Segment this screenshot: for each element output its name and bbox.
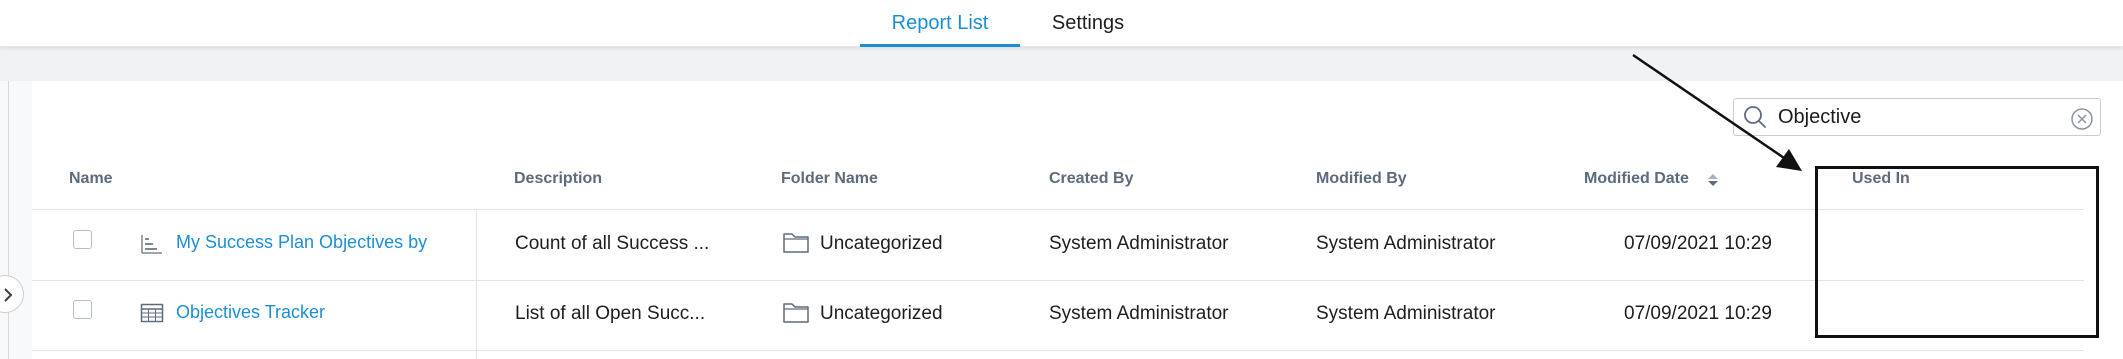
annotation-arrow-icon: [1632, 53, 1802, 171]
tab-settings[interactable]: Settings: [1030, 0, 1146, 46]
tab-report-list[interactable]: Report List: [860, 0, 1020, 47]
top-tab-bar: Report List Settings: [0, 0, 2123, 47]
